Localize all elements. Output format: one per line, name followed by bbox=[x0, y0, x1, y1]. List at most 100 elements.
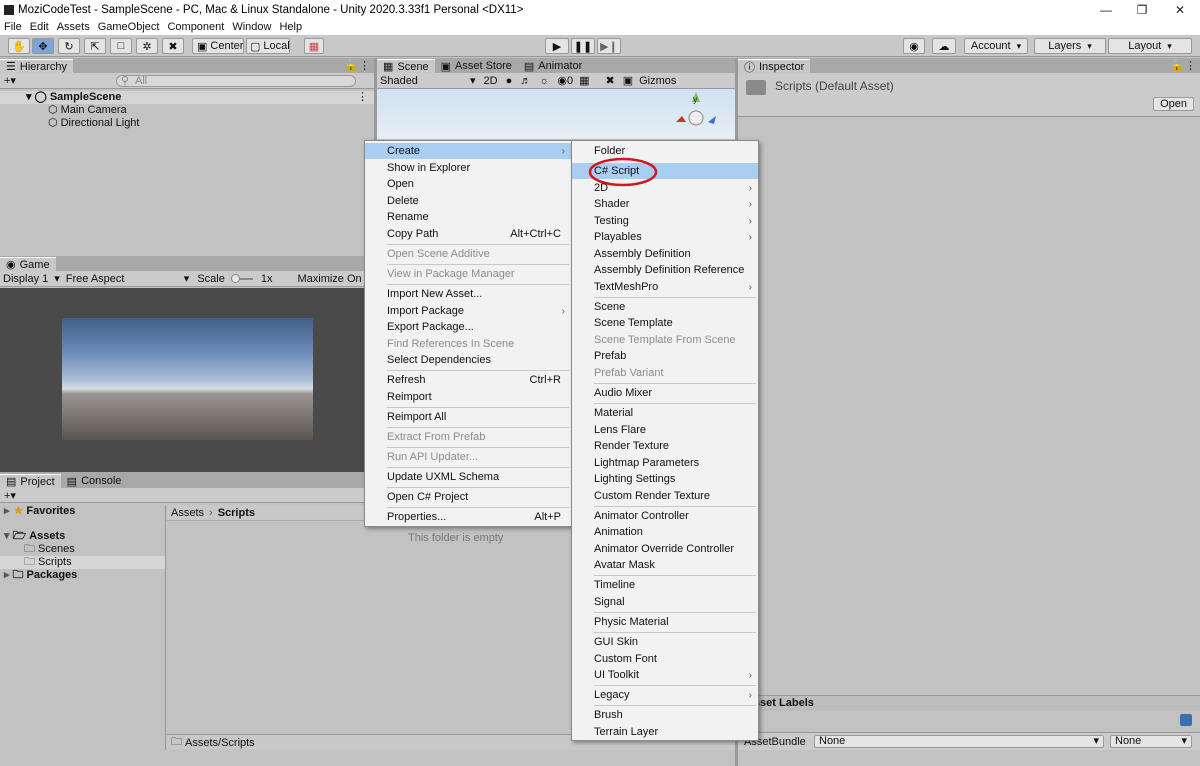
mode-2d-toggle[interactable]: 2D bbox=[484, 75, 498, 87]
hierarchy-item-directional-light[interactable]: ⬡ Directional Light bbox=[0, 117, 374, 130]
maximize-icon[interactable]: ❐ bbox=[1122, 0, 1162, 19]
submenu-item-brush[interactable]: Brush bbox=[572, 707, 758, 723]
camera-icon[interactable]: ▣ bbox=[623, 74, 633, 87]
submenu-item-testing[interactable]: Testing › bbox=[572, 213, 758, 229]
menu-item-open[interactable]: Open bbox=[365, 176, 571, 192]
pivot-center-button[interactable]: ▣ Center bbox=[192, 38, 244, 54]
submenu-item-audio-mixer[interactable]: Audio Mixer bbox=[572, 385, 758, 401]
audio-icon[interactable]: ♬ bbox=[520, 75, 531, 87]
minimize-icon[interactable]: — bbox=[1086, 0, 1126, 19]
add-icon[interactable]: +▾ bbox=[4, 74, 16, 87]
submenu-item-lens-flare[interactable]: Lens Flare bbox=[572, 422, 758, 438]
menu-item-update-uxml-schema[interactable]: Update UXML Schema bbox=[365, 469, 571, 485]
layout-dropdown[interactable]: Layout bbox=[1108, 38, 1192, 54]
submenu-item-scene[interactable]: Scene bbox=[572, 299, 758, 315]
expand-icon[interactable]: ▾ bbox=[26, 91, 32, 104]
menu-window[interactable]: Window bbox=[228, 21, 275, 33]
menu-item-import-package[interactable]: Import Package › bbox=[365, 303, 571, 319]
menu-item-create[interactable]: Create › bbox=[365, 143, 571, 159]
play-button[interactable]: ▶ bbox=[545, 38, 569, 54]
tab-scene[interactable]: ▦ Scene bbox=[377, 59, 435, 73]
move-tool-icon[interactable]: ✥ bbox=[32, 38, 54, 54]
menu-assets[interactable]: Assets bbox=[53, 21, 94, 33]
shading-dropdown-arrow[interactable]: ▾ bbox=[470, 74, 476, 87]
pause-button[interactable]: ❚❚ bbox=[571, 38, 595, 54]
panel-menu-icon[interactable]: ⋮ bbox=[359, 59, 370, 72]
assetbundle-dropdown[interactable]: None ▾ bbox=[814, 735, 1104, 748]
submenu-item-animator-controller[interactable]: Animator Controller bbox=[572, 508, 758, 524]
cloud-icon[interactable]: ☁ bbox=[932, 38, 956, 54]
maximize-on-play-toggle[interactable]: Maximize On Pl bbox=[297, 273, 374, 285]
menu-item-copy-path[interactable]: Copy Path Alt+Ctrl+C bbox=[365, 226, 571, 242]
tab-inspector[interactable]: ⓘ Inspector bbox=[738, 59, 811, 74]
assets-row[interactable]: ▾ 🗁 Assets bbox=[0, 530, 165, 543]
submenu-item-assembly-definition[interactable]: Assembly Definition bbox=[572, 246, 758, 262]
submenu-item-custom-render-texture[interactable]: Custom Render Texture bbox=[572, 488, 758, 504]
submenu-item-material[interactable]: Material bbox=[572, 405, 758, 421]
panel-menu-icon[interactable]: ⋮ bbox=[1185, 59, 1196, 72]
shading-dropdown[interactable]: Shaded bbox=[380, 75, 472, 87]
submenu-item-animator-override-controller[interactable]: Animator Override Controller bbox=[572, 541, 758, 557]
folder-item-scenes[interactable]: 🗀 Scenes bbox=[0, 543, 165, 556]
gizmos-dropdown[interactable]: Gizmos bbox=[639, 75, 676, 87]
lock-icon[interactable]: 🔒 bbox=[344, 59, 358, 72]
tab-asset-store[interactable]: ▣ Asset Store bbox=[435, 59, 518, 73]
chevron-down-icon[interactable]: ▾ bbox=[54, 272, 60, 285]
submenu-item-gui-skin[interactable]: GUI Skin bbox=[572, 634, 758, 650]
submenu-item-shader[interactable]: Shader › bbox=[572, 196, 758, 212]
scene-row[interactable]: ▾ ◯ SampleScene ⋮ bbox=[0, 91, 374, 104]
submenu-item-custom-font[interactable]: Custom Font bbox=[572, 651, 758, 667]
menu-item-refresh[interactable]: Refresh Ctrl+R bbox=[365, 372, 571, 388]
breadcrumb-assets[interactable]: Assets bbox=[171, 507, 204, 519]
menu-item-rename[interactable]: Rename bbox=[365, 209, 571, 225]
aspect-dropdown[interactable]: Free Aspect bbox=[66, 273, 184, 285]
tab-console[interactable]: ▤ Console bbox=[61, 474, 128, 488]
scene-viewport[interactable]: y bbox=[377, 89, 735, 139]
favorites-row[interactable]: ▸ ★ Favorites bbox=[0, 505, 165, 518]
chevron-down-icon[interactable]: ▾ bbox=[184, 272, 190, 285]
scale-slider[interactable] bbox=[230, 273, 253, 283]
tab-game[interactable]: ◉ Game bbox=[0, 257, 56, 271]
tab-hierarchy[interactable]: ☰ Hierarchy bbox=[0, 59, 73, 73]
submenu-item-physic-material[interactable]: Physic Material bbox=[572, 614, 758, 630]
menu-item-reimport[interactable]: Reimport bbox=[365, 389, 571, 405]
slider-thumb[interactable] bbox=[230, 273, 240, 283]
grid-icon[interactable]: ▦ bbox=[579, 74, 589, 87]
tab-project[interactable]: ▤ Project bbox=[0, 474, 61, 488]
submenu-item-playables[interactable]: Playables › bbox=[572, 229, 758, 245]
submenu-item-timeline[interactable]: Timeline bbox=[572, 577, 758, 593]
menu-item-export-package[interactable]: Export Package... bbox=[365, 319, 571, 335]
folder-item-scripts[interactable]: 🗀 Scripts bbox=[0, 556, 165, 569]
custom-tool-icon[interactable]: ✖ bbox=[162, 38, 184, 54]
close-icon[interactable]: ✕ bbox=[1160, 0, 1200, 19]
visibility-icon[interactable]: ◉ bbox=[557, 74, 567, 87]
menu-edit[interactable]: Edit bbox=[26, 21, 53, 33]
menu-gameobject[interactable]: GameObject bbox=[94, 21, 164, 33]
submenu-item-lighting-settings[interactable]: Lighting Settings bbox=[572, 471, 758, 487]
lock-icon[interactable]: 🔒 bbox=[1170, 59, 1184, 72]
expand-arrow-icon[interactable]: ▾ bbox=[4, 530, 10, 543]
hierarchy-search[interactable]: ⚲ All bbox=[115, 74, 356, 87]
effects-icon[interactable]: ☼ bbox=[539, 75, 549, 87]
submenu-item-ui-toolkit[interactable]: UI Toolkit › bbox=[572, 667, 758, 683]
account-dropdown[interactable]: Account bbox=[964, 38, 1028, 54]
tools-icon[interactable]: ✖ bbox=[605, 74, 614, 87]
submenu-item-prefab[interactable]: Prefab bbox=[572, 348, 758, 364]
lighting-icon[interactable]: ● bbox=[506, 75, 513, 87]
collapse-arrow-icon[interactable]: ▸ bbox=[4, 569, 10, 582]
menu-item-select-dependencies[interactable]: Select Dependencies bbox=[365, 352, 571, 368]
scene-gizmo-icon[interactable]: y bbox=[672, 92, 722, 140]
submenu-item-scene-template[interactable]: Scene Template bbox=[572, 315, 758, 331]
add-icon[interactable]: +▾ bbox=[4, 489, 16, 502]
hierarchy-item-main-camera[interactable]: ⬡ Main Camera bbox=[0, 104, 374, 117]
submenu-item-signal[interactable]: Signal bbox=[572, 594, 758, 610]
display-dropdown[interactable]: Display 1 bbox=[3, 273, 48, 285]
menu-item-reimport-all[interactable]: Reimport All bbox=[365, 409, 571, 425]
menu-item-open-csharp-project[interactable]: Open C# Project bbox=[365, 489, 571, 505]
pivot-local-button[interactable]: ▢ Local bbox=[246, 38, 290, 54]
submenu-item-assembly-definition-reference[interactable]: Assembly Definition Reference bbox=[572, 262, 758, 278]
asset-labels-header[interactable]: Asset Labels bbox=[738, 695, 1200, 711]
submenu-item-legacy[interactable]: Legacy › bbox=[572, 687, 758, 703]
scene-menu-icon[interactable]: ⋮ bbox=[357, 91, 368, 104]
submenu-item-render-texture[interactable]: Render Texture bbox=[572, 438, 758, 454]
